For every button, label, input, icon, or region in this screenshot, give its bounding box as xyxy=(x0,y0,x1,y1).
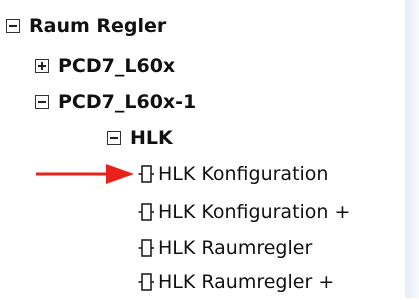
tree-panel: Raum Regler PCD7_L60x PCD7_L60x-1 HLK HL… xyxy=(0,0,405,298)
collapse-icon[interactable] xyxy=(6,19,20,33)
expand-icon[interactable] xyxy=(35,59,49,73)
function-block-icon xyxy=(138,239,154,257)
panel-border xyxy=(405,0,419,298)
tree-leaf-label: HLK Raumregler xyxy=(158,237,313,259)
tree-leaf-hlk-konfiguration-plus[interactable]: HLK Konfiguration + xyxy=(138,194,350,230)
red-arrow-icon xyxy=(36,164,134,184)
tree-leaf-hlk-konfiguration[interactable]: HLK Konfiguration xyxy=(138,156,328,192)
tree-leaf-label: HLK Raumregler + xyxy=(158,271,335,293)
tree-node-raum-regler[interactable]: Raum Regler xyxy=(6,8,166,44)
collapse-icon[interactable] xyxy=(35,95,49,109)
tree-node-pcd7-l60x-1[interactable]: PCD7_L60x-1 xyxy=(35,84,196,120)
function-block-icon xyxy=(138,273,154,291)
function-block-icon xyxy=(138,203,154,221)
tree-node-label: Raum Regler xyxy=(29,15,167,37)
tree-node-hlk[interactable]: HLK xyxy=(107,120,173,156)
collapse-icon[interactable] xyxy=(107,131,121,145)
tree-node-label: PCD7_L60x xyxy=(58,55,176,77)
tree-node-label: HLK xyxy=(130,127,173,149)
function-block-icon xyxy=(138,165,154,183)
tree-leaf-label: HLK Konfiguration xyxy=(158,163,329,185)
tree-node-label: PCD7_L60x-1 xyxy=(58,91,197,113)
tree-node-pcd7-l60x[interactable]: PCD7_L60x xyxy=(35,48,175,84)
tree-leaf-label: HLK Konfiguration + xyxy=(158,201,351,223)
tree-leaf-hlk-raumregler[interactable]: HLK Raumregler xyxy=(138,230,312,266)
tree-leaf-hlk-raumregler-plus[interactable]: HLK Raumregler + xyxy=(138,264,334,300)
